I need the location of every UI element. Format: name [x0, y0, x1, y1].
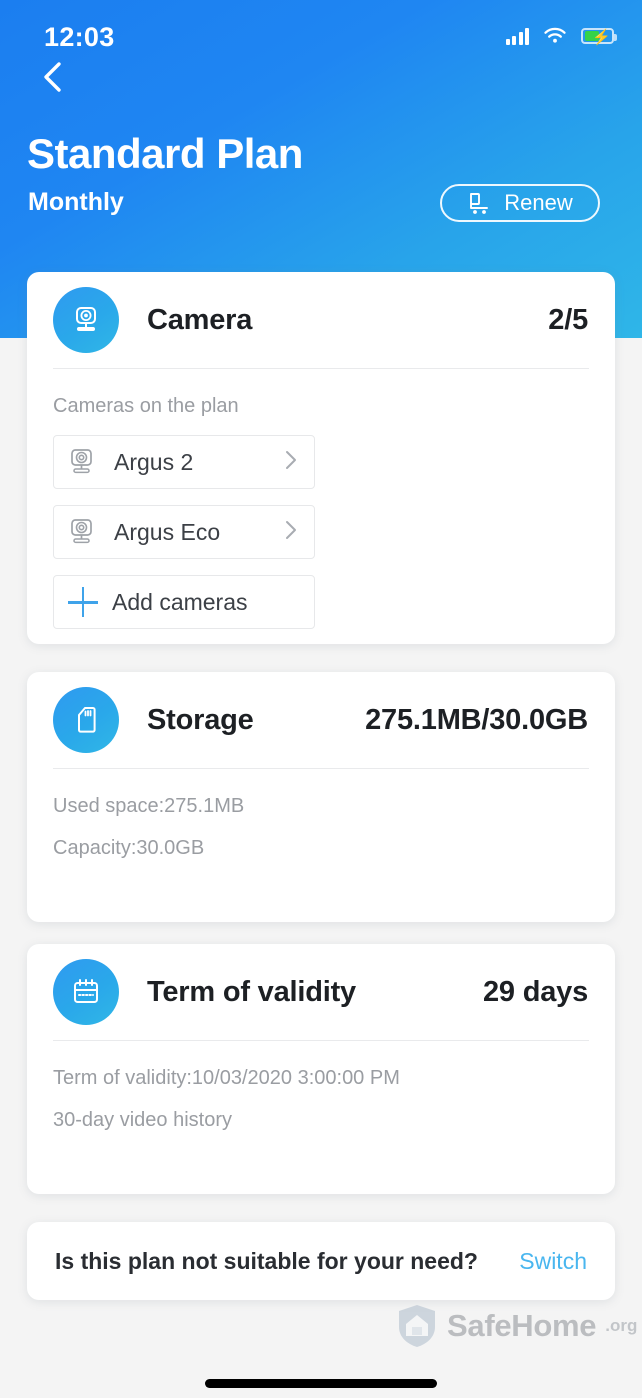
phone-screen: 12:03 ⚡ Standard Plan Monthly Renew Came…: [0, 0, 642, 1398]
add-cameras-button[interactable]: Add cameras: [53, 575, 315, 629]
add-cameras-label: Add cameras: [112, 588, 248, 615]
switch-plan-link[interactable]: Switch: [519, 1248, 587, 1275]
status-bar-icons: ⚡: [505, 27, 617, 46]
status-bar-time: 12:03: [44, 22, 115, 52]
switch-plan-card: Is this plan not suitable for your need?…: [27, 1222, 615, 1300]
chevron-left-icon: [44, 62, 61, 92]
capacity-label: Capacity:30.0GB: [53, 837, 205, 859]
validity-card-body: Term of validity:10/03/2020 3:00:00 PM 3…: [27, 1041, 615, 1135]
battery-charging-icon: ⚡: [581, 28, 617, 46]
validity-days-value: 29 days: [482, 975, 588, 1008]
camera-card-title: Camera: [147, 303, 253, 336]
storage-card: Storage 275.1MB/30.0GB Used space:275.1M…: [27, 672, 615, 922]
storage-usage-value: 275.1MB/30.0GB: [365, 703, 588, 736]
validity-card-title: Term of validity: [147, 975, 356, 1008]
camera-card-body: Cameras on the plan Argus 2 Argus Eco Ad…: [27, 369, 615, 629]
storage-card-body: Used space:275.1MB Capacity:30.0GB: [27, 769, 615, 863]
calendar-icon: [53, 959, 119, 1025]
switch-plan-question: Is this plan not suitable for your need?: [55, 1247, 478, 1274]
camera-card: Camera 2/5 Cameras on the plan Argus 2 A…: [27, 272, 615, 644]
shopping-cart-icon: [470, 192, 489, 214]
page-title: Standard Plan: [27, 130, 303, 177]
validity-card: Term of validity 29 days Term of validit…: [27, 944, 615, 1194]
camera-chip-argus-eco[interactable]: Argus Eco: [53, 505, 315, 559]
watermark-tld: .org: [605, 1316, 638, 1335]
cellular-signal-icon: [505, 27, 529, 45]
status-bar: 12:03 ⚡: [0, 0, 642, 56]
safehome-watermark: SafeHome .org: [396, 1303, 637, 1349]
camera-device-icon: [71, 519, 92, 544]
camera-card-header: Camera 2/5: [27, 272, 615, 368]
chevron-right-icon: [260, 449, 298, 476]
chevron-right-icon: [260, 519, 298, 546]
camera-device-icon: [71, 449, 92, 474]
wifi-icon: [543, 27, 567, 45]
storage-card-title: Storage: [147, 703, 254, 736]
camera-icon: [53, 287, 119, 353]
camera-count-value: 2/5: [548, 303, 588, 336]
watermark-name: SafeHome: [447, 1308, 597, 1343]
plan-billing-cycle: Monthly: [28, 188, 124, 216]
storage-card-header: Storage 275.1MB/30.0GB: [27, 672, 615, 768]
renew-button-label: Renew: [504, 190, 573, 215]
camera-chip-label: Argus Eco: [114, 518, 221, 545]
sd-card-icon: [53, 687, 119, 753]
camera-chip-label: Argus 2: [114, 448, 194, 475]
validity-date-label: Term of validity:10/03/2020 3:00:00 PM: [53, 1067, 400, 1089]
used-space-label: Used space:275.1MB: [53, 795, 245, 817]
shield-house-logo-icon: [399, 1305, 435, 1347]
validity-card-header: Term of validity 29 days: [27, 944, 615, 1040]
video-history-label: 30-day video history: [53, 1109, 232, 1131]
plus-icon: [68, 587, 98, 617]
cameras-on-plan-label: Cameras on the plan: [53, 395, 239, 417]
camera-chip-list: Argus 2 Argus Eco Add cameras: [53, 435, 589, 629]
camera-chip-argus-2[interactable]: Argus 2: [53, 435, 315, 489]
renew-button[interactable]: Renew: [440, 184, 600, 222]
home-indicator: [205, 1379, 437, 1388]
back-button[interactable]: [30, 52, 80, 100]
